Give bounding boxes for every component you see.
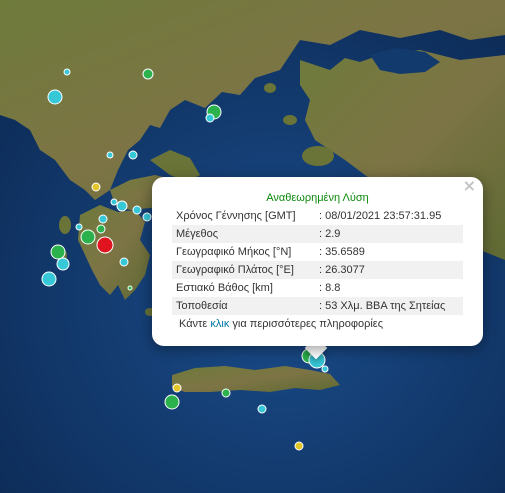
magnitude-value: : 2.9	[315, 225, 463, 243]
cyan-quake-marker[interactable]	[119, 257, 129, 267]
location-value: : 53 Χλμ. ΒΒΑ της Σητείας	[315, 297, 463, 315]
quake-info-popup: × Αναθεωρημένη Λύση Χρόνος Γέννησης [GMT…	[152, 177, 483, 346]
green-quake-marker[interactable]	[164, 394, 180, 410]
land-island-lemnos	[283, 115, 297, 125]
close-icon[interactable]: ×	[463, 178, 476, 194]
more-info-line: Κάντε κλικ για περισσότερες πληροφορίες	[179, 318, 383, 330]
latitude-label: Γεωγραφικό Μήκος [°N]	[176, 246, 292, 258]
cyan-quake-marker[interactable]	[56, 257, 70, 271]
green-quake-marker[interactable]	[127, 285, 133, 291]
cyan-quake-marker[interactable]	[142, 212, 152, 222]
origin-time-label: Χρόνος Γέννησης [GMT]	[176, 210, 296, 222]
land-island-thasos	[264, 83, 276, 93]
more-info-prefix: Κάντε	[179, 318, 208, 330]
green-quake-marker[interactable]	[221, 388, 231, 398]
cyan-quake-marker[interactable]	[116, 200, 128, 212]
depth-value: : 8.8	[319, 282, 341, 294]
location-label: Τοποθεσία	[172, 297, 315, 315]
cyan-quake-marker[interactable]	[128, 150, 138, 160]
green-quake-marker[interactable]	[96, 224, 106, 234]
depth-label: Εστιακό Βάθος [km]	[176, 282, 273, 294]
cyan-quake-marker[interactable]	[205, 113, 215, 123]
cyan-quake-marker[interactable]	[321, 365, 329, 373]
cyan-quake-marker[interactable]	[47, 89, 63, 105]
cyan-quake-marker[interactable]	[98, 214, 108, 224]
origin-time-value: : 08/01/2021 23:57:31.95	[319, 210, 442, 222]
more-info-link[interactable]: κλικ	[210, 318, 229, 330]
yellow-quake-marker[interactable]	[91, 182, 101, 192]
quake-info-table: Αναθεωρημένη Λύση Χρόνος Γέννησης [GMT] …	[172, 189, 463, 315]
green-quake-marker[interactable]	[142, 68, 154, 80]
red-quake-marker[interactable]	[96, 236, 114, 254]
green-quake-marker[interactable]	[80, 229, 96, 245]
green-quake-marker[interactable]	[50, 244, 66, 260]
popup-title: Αναθεωρημένη Λύση	[266, 192, 369, 204]
longitude-value: : 26.3077	[315, 261, 463, 279]
yellow-quake-marker[interactable]	[172, 383, 182, 393]
cyan-quake-marker[interactable]	[41, 271, 57, 287]
longitude-label: Γεωγραφικό Πλάτος [°E]	[172, 261, 315, 279]
land-island-kefalonia	[59, 216, 71, 234]
cyan-quake-marker[interactable]	[75, 223, 83, 231]
cyan-quake-marker[interactable]	[63, 68, 71, 76]
land-island-lesvos	[302, 146, 334, 166]
more-info-suffix: για περισσότερες πληροφορίες	[232, 318, 383, 330]
cyan-quake-marker[interactable]	[110, 198, 118, 206]
cyan-quake-marker[interactable]	[257, 404, 267, 414]
magnitude-label: Μέγεθος	[172, 225, 315, 243]
cyan-quake-marker[interactable]	[132, 205, 142, 215]
yellow-quake-marker[interactable]	[294, 441, 304, 451]
latitude-value: : 35.6589	[319, 246, 365, 258]
cyan-quake-marker[interactable]	[106, 151, 114, 159]
